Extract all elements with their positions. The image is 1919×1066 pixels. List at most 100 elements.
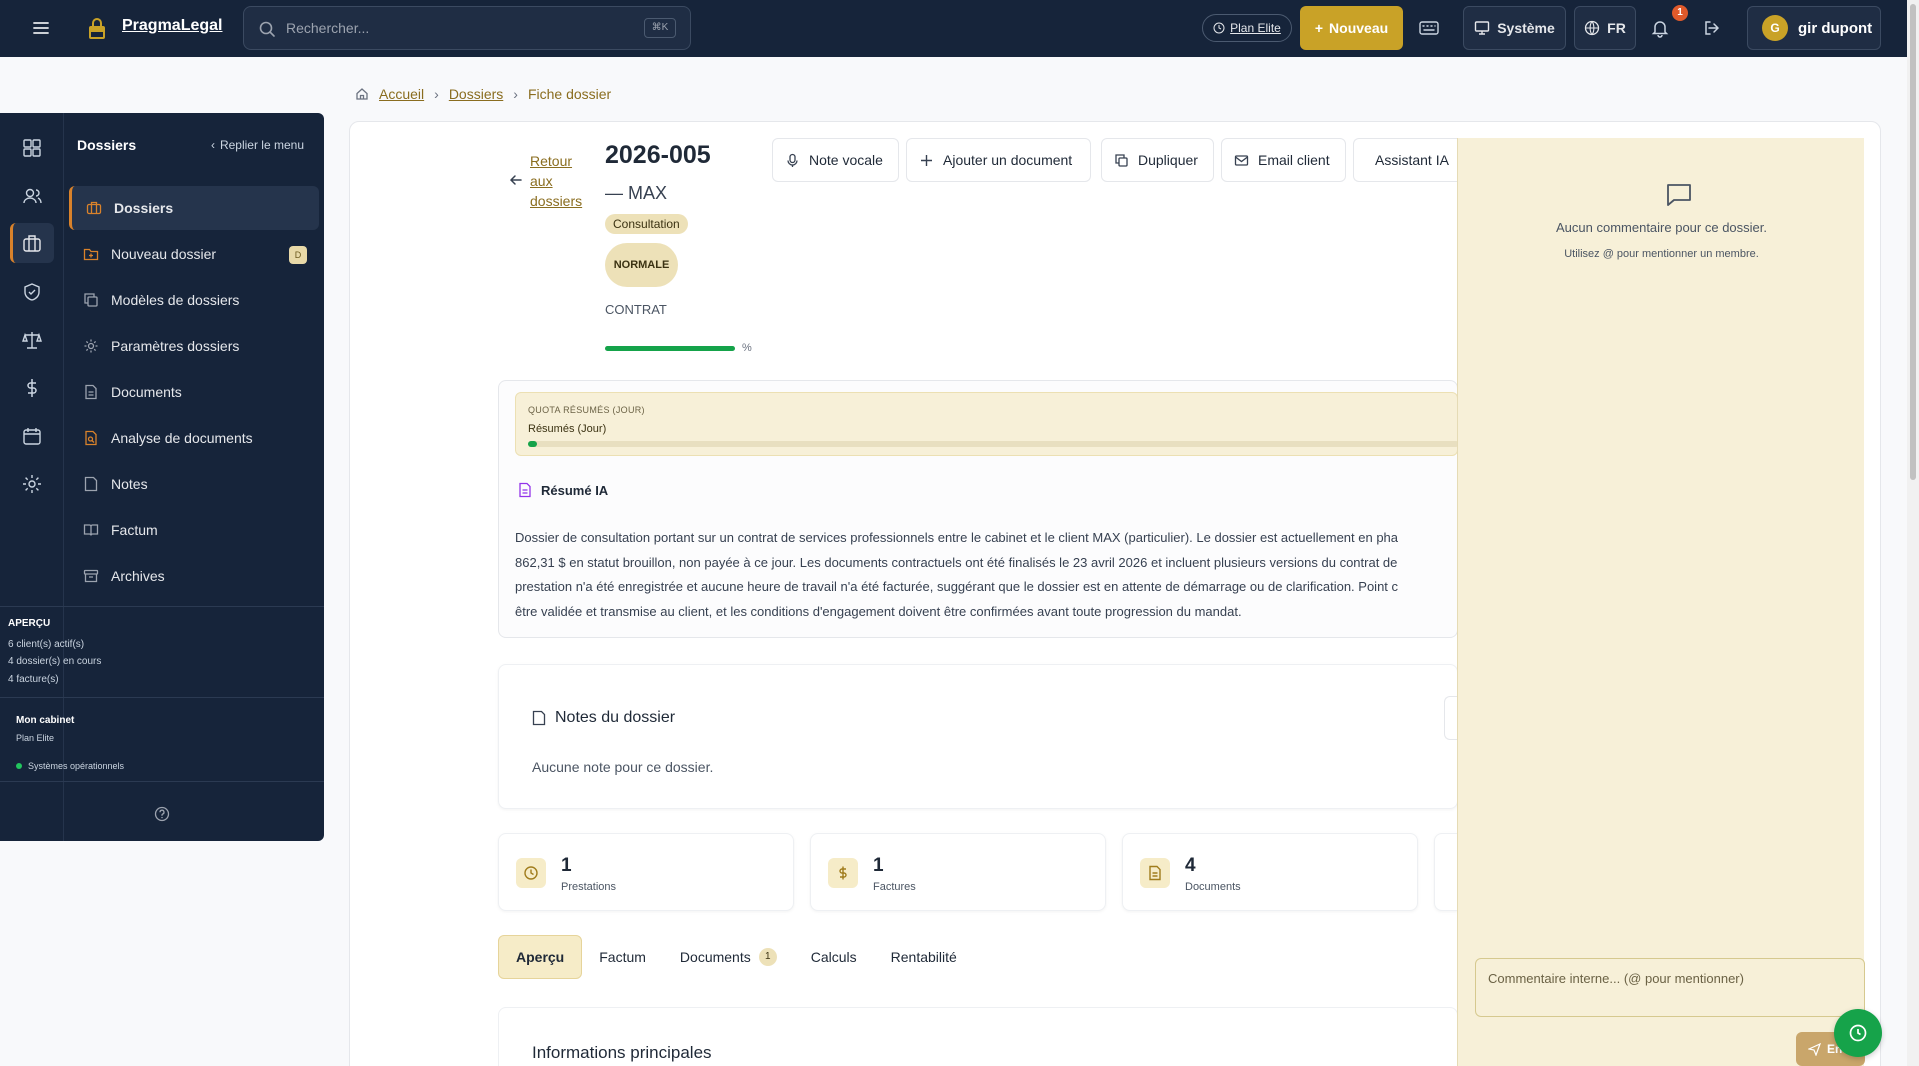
sidebar-title: Dossiers xyxy=(77,137,137,153)
progress-label: % xyxy=(742,342,752,354)
microphone-icon xyxy=(787,153,798,167)
stat-label: Factures xyxy=(873,881,916,893)
scrollbar-thumb[interactable] xyxy=(1910,4,1916,480)
dossier-reference: 2026-005 xyxy=(605,141,711,169)
divider xyxy=(0,697,324,698)
voice-note-button[interactable]: Note vocale xyxy=(772,138,899,182)
briefcase-icon[interactable] xyxy=(10,223,54,263)
tab-factum[interactable]: Factum xyxy=(582,935,663,979)
search-placeholder: Rechercher... xyxy=(286,20,370,36)
info-title: Informations principales xyxy=(532,1043,712,1062)
sidebar-item-parametres[interactable]: Paramètres dossiers xyxy=(69,324,319,368)
email-client-button[interactable]: Email client xyxy=(1221,138,1346,182)
stat-prestations[interactable]: 1 Prestations xyxy=(498,833,794,911)
notes-empty-text: Aucune note pour ce dossier. xyxy=(532,759,714,775)
theme-button[interactable]: Système xyxy=(1463,6,1566,50)
search-icon xyxy=(259,21,275,37)
brand-name[interactable]: PragmaLegal xyxy=(122,17,222,35)
sidebar-item-factum[interactable]: Factum xyxy=(69,508,319,552)
scales-icon[interactable] xyxy=(21,329,43,351)
dashboard-icon[interactable] xyxy=(21,137,43,159)
search-shortcut: ⌘K xyxy=(644,18,676,38)
notes-title-label: Notes du dossier xyxy=(555,709,676,726)
sidebar-item-modeles[interactable]: Modèles de dossiers xyxy=(69,278,319,322)
help-icon[interactable] xyxy=(154,806,170,822)
quota-bar xyxy=(528,441,1459,447)
clock-icon xyxy=(516,858,546,888)
archive-icon xyxy=(83,569,99,583)
sidebar: Dossiers ‹ Replier le menu Dossiers Nouv… xyxy=(63,113,324,841)
status-dot xyxy=(16,763,22,769)
comments-empty-text: Aucun commentaire pour ce dossier. xyxy=(1556,220,1767,235)
system-status: Systèmes opérationnels xyxy=(16,761,124,771)
collapse-menu-button[interactable]: ‹ Replier le menu xyxy=(211,138,304,152)
tab-rentabilite[interactable]: Rentabilité xyxy=(874,935,974,979)
ai-summary-title: Résumé IA xyxy=(518,482,608,498)
dossier-category: CONTRAT xyxy=(605,302,667,317)
logout-icon[interactable] xyxy=(1702,18,1722,38)
summary-line: Dossier de consultation portant sur un c… xyxy=(515,530,1399,545)
tab-label: Aperçu xyxy=(516,949,565,965)
home-icon xyxy=(356,88,368,100)
search-input[interactable]: Rechercher... ⌘K xyxy=(243,6,691,50)
assistant-ia-button[interactable]: Assistant IA xyxy=(1353,138,1457,182)
bell-icon[interactable] xyxy=(1650,18,1670,38)
page-scrollbar[interactable] xyxy=(1907,0,1919,1066)
cabinet-plan: Plan Elite xyxy=(16,733,55,743)
sidebar-item-dossiers[interactable]: Dossiers xyxy=(69,186,319,230)
send-icon xyxy=(1808,1042,1821,1056)
tab-count-badge: 1 xyxy=(758,948,777,966)
back-to-dossiers-link[interactable]: Retour aux dossiers xyxy=(507,151,582,211)
keyboard-icon[interactable] xyxy=(1418,18,1440,38)
stat-factures[interactable]: 1 Factures xyxy=(810,833,1106,911)
icon-rail xyxy=(0,113,63,841)
stat-documents[interactable]: 4 Documents xyxy=(1122,833,1418,911)
sidebar-item-notes[interactable]: Notes xyxy=(69,462,319,506)
copy-icon xyxy=(1115,153,1128,167)
breadcrumb-dossiers[interactable]: Dossiers xyxy=(449,86,503,102)
dollar-icon[interactable] xyxy=(21,377,43,399)
ai-summary-title-label: Résumé IA xyxy=(541,482,609,498)
briefcase-icon xyxy=(86,201,102,215)
dossier-client: — MAX xyxy=(605,183,668,203)
sidebar-item-documents[interactable]: Documents xyxy=(69,370,319,414)
tab-label: Calculs xyxy=(810,949,857,965)
add-document-button[interactable]: Ajouter un document xyxy=(906,138,1091,182)
sidebar-item-label: Paramètres dossiers xyxy=(111,338,240,354)
duplicate-label: Dupliquer xyxy=(1138,152,1198,168)
chevron-right-icon: › xyxy=(434,86,439,102)
tab-bar: Aperçu Factum Documents 1 Calculs Rentabi… xyxy=(498,935,974,979)
stat-card-partial[interactable] xyxy=(1434,833,1458,911)
calendar-icon[interactable] xyxy=(21,425,43,447)
copy-icon xyxy=(84,293,98,307)
sidebar-item-label: Analyse de documents xyxy=(111,430,253,446)
sidebar-item-archives[interactable]: Archives xyxy=(69,554,319,598)
timer-fab-button[interactable] xyxy=(1834,1009,1882,1057)
breadcrumb-home[interactable]: Accueil xyxy=(379,86,424,102)
gear-icon[interactable] xyxy=(21,473,43,495)
tab-calculs[interactable]: Calculs xyxy=(794,935,874,979)
stat-value: 1 xyxy=(873,855,884,876)
users-icon[interactable] xyxy=(21,185,43,207)
apercu-title: APERÇU xyxy=(8,618,51,629)
gear-icon xyxy=(84,339,98,353)
language-button[interactable]: FR xyxy=(1574,6,1636,50)
globe-icon xyxy=(1585,20,1600,36)
sidebar-item-label: Dossiers xyxy=(114,200,174,216)
comments-hint: Utilisez @ pour mentionner un membre. xyxy=(1564,248,1759,260)
shield-icon[interactable] xyxy=(21,281,43,303)
menu-icon[interactable] xyxy=(32,19,50,37)
comment-input[interactable]: Commentaire interne... (@ pour mentionne… xyxy=(1475,958,1865,1017)
tab-documents[interactable]: Documents 1 xyxy=(663,935,794,979)
file-icon xyxy=(1140,858,1170,888)
sidebar-item-nouveau-dossier[interactable]: Nouveau dossier D xyxy=(69,232,319,276)
tab-apercu[interactable]: Aperçu xyxy=(498,935,583,979)
sidebar-item-label: Notes xyxy=(111,476,148,492)
new-button[interactable]: + Nouveau xyxy=(1300,6,1403,50)
duplicate-button[interactable]: Dupliquer xyxy=(1101,138,1214,182)
sidebar-item-analyse[interactable]: Analyse de documents xyxy=(69,416,319,460)
theme-label: Système xyxy=(1497,20,1555,36)
user-menu[interactable]: G gir dupont xyxy=(1747,6,1881,50)
plan-badge[interactable]: Plan Elite xyxy=(1202,14,1292,42)
back-link-line: aux xyxy=(530,173,553,189)
